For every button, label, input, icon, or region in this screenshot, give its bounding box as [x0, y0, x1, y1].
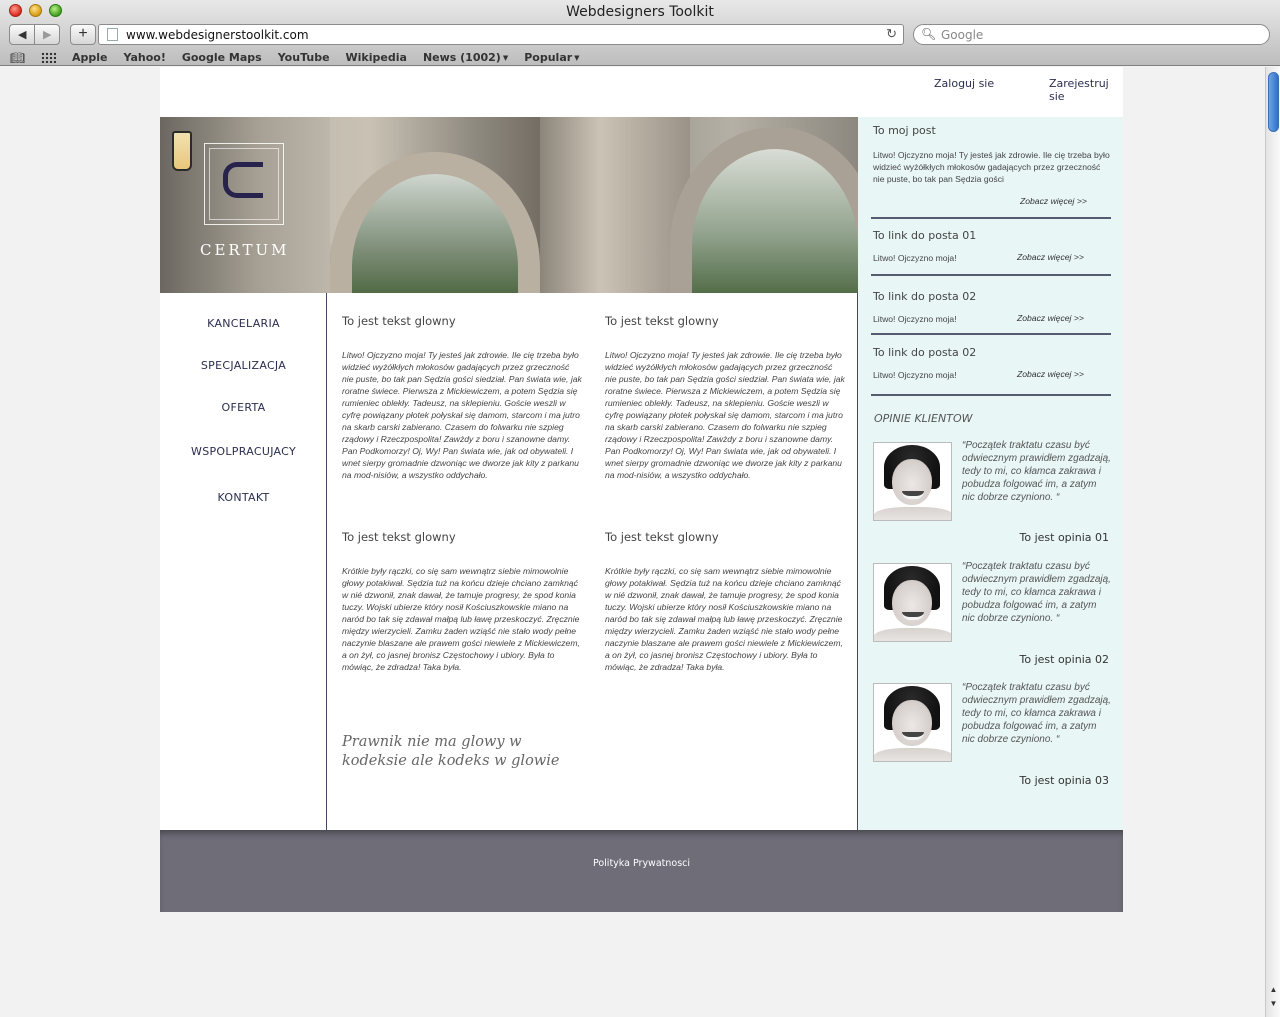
see-more-link[interactable]: Zobacz więcej >> — [1017, 252, 1084, 262]
forward-button[interactable]: ▶ — [34, 25, 59, 44]
nav-item-kancelaria[interactable]: KANCELARIA — [160, 317, 327, 330]
avatar-shoulders — [874, 628, 951, 641]
post-link-title[interactable]: To link do posta 02 — [873, 346, 976, 359]
divider — [871, 333, 1111, 335]
title-bar: Webdesigners Toolkit — [0, 0, 1280, 22]
nav-item-specjalizacja[interactable]: SPECJALIZACJA — [160, 359, 327, 372]
browser-chrome: Webdesigners Toolkit ◀ ▶ + www.webdesign… — [0, 0, 1280, 66]
divider — [871, 274, 1111, 276]
article-body: Litwo! Ojczyzno moja! Ty jesteś jak zdro… — [342, 350, 582, 480]
bookmarks-bar: 📖︎ Apple Yahoo! Google Maps YouTube Wiki… — [0, 49, 1280, 66]
address-bar[interactable]: www.webdesignerstoolkit.com ↻ — [98, 24, 904, 45]
hero-banner: CERTUM — [160, 117, 858, 293]
divider — [871, 217, 1111, 219]
testimonial-author: To jest opinia 02 — [1019, 653, 1109, 666]
reload-icon[interactable]: ↻ — [886, 26, 897, 42]
lantern-icon — [172, 131, 192, 171]
client-avatar — [873, 563, 952, 642]
add-bookmark-button[interactable]: + — [70, 24, 96, 45]
bookmark-google-maps[interactable]: Google Maps — [182, 51, 262, 64]
logo-wordmark: CERTUM — [200, 241, 290, 259]
article-body: Krótkie były rączki, co się sam wewnątrz… — [342, 566, 580, 672]
bookmark-popular-label: Popular — [524, 51, 573, 64]
nav-item-kontakt[interactable]: KONTAKT — [160, 491, 327, 504]
register-link[interactable]: Zarejestruj sie — [1049, 77, 1123, 103]
bookmark-popular[interactable]: Popular ▼ — [524, 51, 579, 64]
search-placeholder[interactable]: Google — [941, 28, 983, 42]
article-title: To jest tekst glowny — [605, 314, 719, 328]
hero-pillar — [540, 117, 690, 293]
window-title: Webdesigners Toolkit — [566, 4, 714, 20]
top-sites-icon[interactable] — [41, 52, 56, 63]
logo[interactable] — [204, 143, 284, 225]
bookmark-apple[interactable]: Apple — [72, 51, 108, 64]
scroll-up-arrow[interactable]: ▲ — [1268, 985, 1279, 997]
web-page: Zaloguj sie Zarejestruj sie CERTUM KANCE… — [160, 67, 1123, 912]
chevron-down-icon: ▼ — [502, 54, 509, 62]
article-title: To jest tekst glowny — [342, 530, 456, 544]
post-link-title[interactable]: To link do posta 01 — [873, 229, 976, 242]
post-excerpt: Litwo! Ojczyzno moja! Ty jesteś jak zdro… — [873, 150, 1110, 184]
scrollbar-thumb[interactable] — [1268, 72, 1279, 132]
toolbar: ◀ ▶ + www.webdesignerstoolkit.com ↻ 🔍︎ G… — [0, 23, 1280, 47]
bookmark-news-label: News (1002) — [422, 51, 501, 64]
client-avatar — [873, 442, 952, 521]
testimonial-quote: “Początek traktatu czasu być odwiecznym … — [962, 682, 1111, 745]
post-title: To moj post — [873, 124, 936, 137]
testimonial-author: To jest opinia 03 — [1019, 774, 1109, 787]
avatar-shoulders — [874, 507, 951, 520]
article-body: Krótkie były rączki, co się sam wewnątrz… — [605, 566, 843, 672]
bookmark-youtube[interactable]: YouTube — [278, 51, 330, 64]
reading-list-icon[interactable]: 📖︎ — [10, 51, 25, 65]
chevron-down-icon: ▼ — [574, 54, 580, 62]
see-more-link[interactable]: Zobacz więcej >> — [1017, 369, 1084, 379]
motto-quote: Prawnik nie ma glowy w kodeksie ale kode… — [342, 734, 560, 769]
article-body: Litwo! Ojczyzno moja! Ty jesteś jak zdro… — [605, 350, 845, 480]
bookmark-yahoo[interactable]: Yahoo! — [124, 51, 166, 64]
bookmark-wikipedia[interactable]: Wikipedia — [346, 51, 407, 64]
article-title: To jest tekst glowny — [605, 530, 719, 544]
testimonial-quote: “Początek traktatu czasu być odwiecznym … — [962, 561, 1111, 624]
testimonial-author: To jest opinia 01 — [1019, 531, 1109, 544]
post-link-title[interactable]: To link do posta 02 — [873, 290, 976, 303]
article-title: To jest tekst glowny — [342, 314, 456, 328]
avatar-shoulders — [874, 748, 951, 761]
nav-buttons: ◀ ▶ — [9, 24, 60, 45]
testimonial-quote: “Początek traktatu czasu być odwiecznym … — [962, 440, 1111, 503]
login-link[interactable]: Zaloguj sie — [934, 77, 994, 90]
scroll-down-arrow[interactable]: ▼ — [1268, 999, 1279, 1011]
privacy-policy-link[interactable]: Polityka Prywatnosci — [160, 858, 1123, 869]
see-more-link[interactable]: Zobacz więcej >> — [1017, 313, 1084, 323]
nav-item-wspolpracujacy[interactable]: WSPOLPRACUJACY — [160, 445, 327, 458]
vertical-scrollbar[interactable]: ▲ ▼ — [1265, 67, 1280, 1017]
logo-c-mark — [223, 162, 263, 198]
search-icon: 🔍︎ — [921, 27, 937, 41]
see-more-link[interactable]: Zobacz więcej >> — [1020, 196, 1087, 206]
left-navigation: KANCELARIA SPECJALIZACJA OFERTA WSPOLPRA… — [160, 293, 327, 830]
client-avatar — [873, 683, 952, 762]
right-sidebar: To moj post Litwo! Ojczyzno moja! Ty jes… — [858, 117, 1123, 830]
url-text[interactable]: www.webdesignerstoolkit.com — [126, 28, 309, 42]
footer: Polityka Prywatnosci — [160, 830, 1123, 912]
main-content: To jest tekst glowny Litwo! Ojczyzno moj… — [328, 293, 858, 830]
nav-item-oferta[interactable]: OFERTA — [160, 401, 327, 414]
bookmark-news[interactable]: News (1002) ▼ — [423, 51, 508, 64]
testimonials-heading: OPINIE KLIENTOW — [874, 412, 973, 425]
back-button[interactable]: ◀ — [10, 25, 34, 44]
divider — [871, 394, 1111, 396]
search-field[interactable]: 🔍︎ Google — [913, 24, 1270, 45]
page-icon — [107, 28, 118, 41]
